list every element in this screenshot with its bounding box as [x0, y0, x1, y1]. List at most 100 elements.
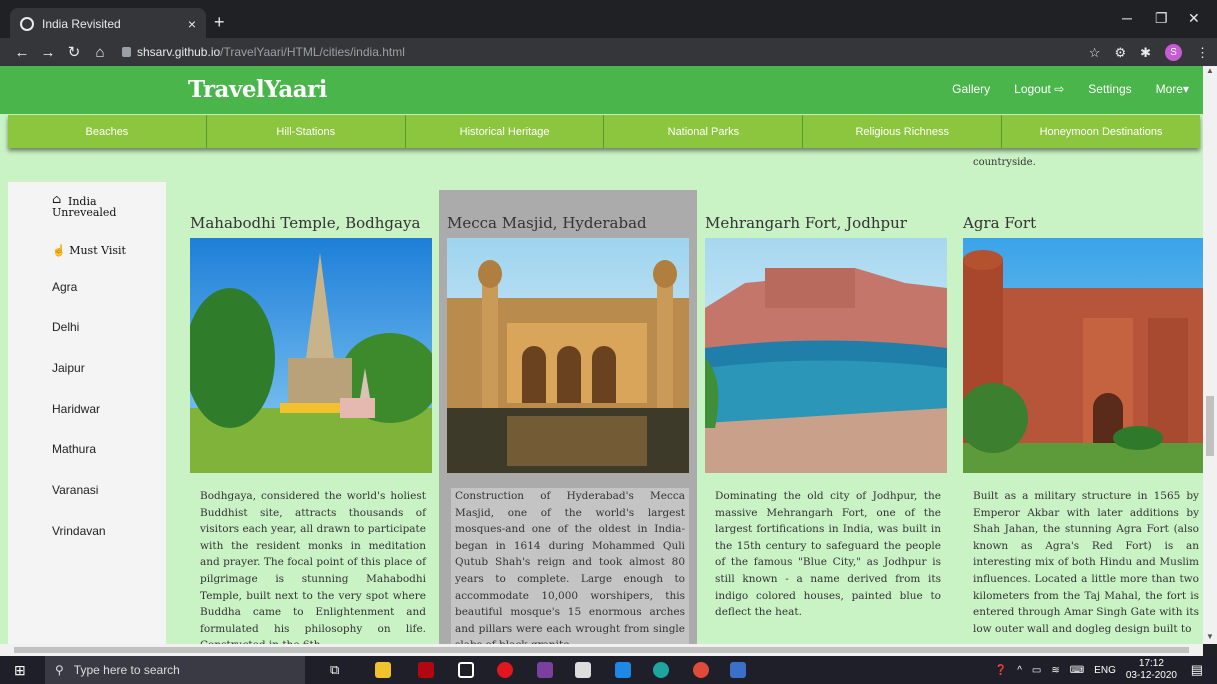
sidebar-item-mathura[interactable]: Mathura	[52, 442, 96, 456]
sidebar-must-visit[interactable]: ☝ Must Visit	[52, 244, 126, 257]
search-placeholder: Type here to search	[73, 663, 180, 677]
vertical-scrollbar[interactable]: ▲ ▼	[1203, 66, 1217, 644]
horizontal-scroll-thumb[interactable]	[14, 647, 1189, 653]
mail-icon[interactable]	[615, 662, 631, 678]
nav-more[interactable]: More▾	[1156, 82, 1189, 96]
clock-time: 17:12	[1138, 658, 1164, 669]
windows-taskbar: ⊞ ⚲ Type here to search ⧉ ❓ ^ ▭ ≋ ⌨ ENG …	[0, 656, 1217, 684]
nav-logout-label: Logout	[1014, 82, 1051, 96]
category-beaches[interactable]: Beaches	[8, 115, 207, 148]
url-path: /TravelYaari/HTML/cities/india.html	[220, 45, 405, 59]
thumbs-up-icon: ☝	[52, 244, 66, 257]
keyboard-icon[interactable]: ⌨	[1070, 665, 1084, 676]
file-explorer-icon[interactable]	[375, 662, 391, 678]
card-description: Bodhgaya, considered the world's holiest…	[200, 490, 426, 644]
scroll-thumb[interactable]	[1206, 396, 1214, 456]
sidebar-item-vrindavan[interactable]: Vrindavan	[52, 524, 106, 538]
destination-card: Mecca Masjid, Hyderabad Construction of …	[439, 190, 697, 644]
home-icon[interactable]: ⌂	[88, 44, 112, 61]
chrome-icon[interactable]	[693, 662, 709, 678]
nav-more-label: More	[1155, 82, 1183, 96]
card-title: Mahabodhi Temple, Bodhgaya	[190, 214, 421, 232]
temple-photo	[190, 238, 432, 473]
wifi-icon[interactable]: ≋	[1051, 665, 1059, 676]
reload-icon[interactable]: ↻	[62, 43, 86, 61]
category-national-parks[interactable]: National Parks	[604, 115, 804, 148]
card-description: Dominating the old city of Jodhpur, the …	[715, 490, 941, 619]
taskbar-search[interactable]: ⚲ Type here to search	[45, 656, 305, 684]
nav-settings[interactable]: Settings	[1088, 82, 1131, 96]
help-icon[interactable]: ❓	[995, 665, 1007, 676]
sidebar-item-agra[interactable]: Agra	[52, 280, 77, 294]
sidebar-item-delhi[interactable]: Delhi	[52, 320, 79, 334]
sidebar: ⌂ India Unrevealed ☝ Must Visit Agra Del…	[8, 182, 166, 644]
extension-icon[interactable]: ⚙	[1114, 45, 1126, 61]
category-historical-heritage[interactable]: Historical Heritage	[406, 115, 605, 148]
nav-logout[interactable]: Logout ⇨	[1014, 82, 1064, 96]
back-icon[interactable]: ←	[10, 44, 34, 61]
system-tray: ❓ ^ ▭ ≋ ⌨ ENG 17:12 03-12-2020	[995, 656, 1177, 684]
scroll-up-icon[interactable]: ▲	[1206, 66, 1214, 75]
dropbox-icon[interactable]	[458, 662, 474, 678]
logout-icon: ⇨	[1054, 82, 1065, 96]
must-visit-label: Must Visit	[69, 244, 126, 257]
home-icon: ⌂	[52, 192, 62, 206]
card-title: Mecca Masjid, Hyderabad	[447, 214, 647, 232]
top-nav: Gallery Logout ⇨ Settings More▾	[952, 82, 1189, 96]
url-field[interactable]: shsarv.github.io/TravelYaari/HTML/cities…	[122, 45, 405, 59]
forward-icon[interactable]: →	[36, 44, 60, 61]
new-tab-button[interactable]: +	[214, 12, 225, 33]
opera-icon[interactable]	[497, 662, 513, 678]
category-hill-stations[interactable]: Hill-Stations	[207, 115, 406, 148]
site-logo[interactable]: TravelYaari	[188, 76, 328, 103]
globe-icon	[20, 17, 34, 31]
profile-avatar[interactable]: S	[1165, 44, 1182, 61]
destination-card: Mahabodhi Temple, Bodhgaya Bodhgaya, con…	[182, 190, 440, 644]
card-description: Built as a military structure in 1565 by…	[973, 490, 1199, 635]
card-title: Mehrangarh Fort, Jodhpur	[705, 214, 907, 232]
agra-fort-photo	[963, 238, 1203, 473]
nav-gallery[interactable]: Gallery	[952, 82, 990, 96]
battery-icon[interactable]: ▭	[1032, 665, 1041, 676]
calendar-icon[interactable]	[730, 662, 746, 678]
scroll-down-icon[interactable]: ▼	[1206, 632, 1214, 641]
site-header: TravelYaari Gallery Logout ⇨ Settings Mo…	[0, 66, 1203, 114]
close-tab-icon[interactable]: ×	[188, 16, 196, 32]
url-host: shsarv.github.io	[137, 45, 221, 59]
bookmark-star-icon[interactable]: ☆	[1089, 45, 1101, 61]
sidebar-item-varanasi[interactable]: Varanasi	[52, 483, 98, 497]
task-view-icon[interactable]: ⧉	[330, 662, 339, 678]
search-icon: ⚲	[55, 663, 64, 677]
destination-card: Agra Fort Built as a military structure …	[955, 190, 1203, 644]
sidebar-item-haridwar[interactable]: Haridwar	[52, 402, 100, 416]
browser-tabbar: India Revisited × + ─ ❐ ✕	[0, 0, 1217, 40]
card-title: Agra Fort	[963, 214, 1037, 232]
edge-icon[interactable]	[653, 662, 669, 678]
menu-kebab-icon[interactable]: ⋮	[1196, 45, 1209, 61]
notification-icon[interactable]: ▤	[1191, 662, 1203, 678]
caret-down-icon: ▾	[1182, 82, 1189, 96]
netflix-icon[interactable]	[418, 662, 434, 678]
windows-start-icon[interactable]: ⊞	[14, 662, 26, 679]
store-icon[interactable]	[575, 662, 591, 678]
tab-title: India Revisited	[42, 17, 121, 31]
previous-card-text: countryside.	[973, 157, 1036, 168]
category-honeymoon-destinations[interactable]: Honeymoon Destinations	[1002, 115, 1200, 148]
sidebar-heading[interactable]: ⌂ India Unrevealed	[52, 192, 122, 218]
clock[interactable]: 17:12 03-12-2020	[1126, 658, 1177, 682]
minimize-icon[interactable]: ─	[1122, 10, 1132, 26]
onenote-icon[interactable]	[537, 662, 553, 678]
extensions-puzzle-icon[interactable]: ✱	[1140, 45, 1151, 61]
category-bar: Beaches Hill-Stations Historical Heritag…	[8, 115, 1200, 148]
category-religious-richness[interactable]: Religious Richness	[803, 115, 1003, 148]
browser-tab[interactable]: India Revisited ×	[10, 8, 206, 40]
sidebar-item-jaipur[interactable]: Jaipur	[52, 361, 85, 375]
horizontal-scrollbar[interactable]	[0, 644, 1203, 656]
chevron-up-icon[interactable]: ^	[1017, 665, 1022, 676]
restore-icon[interactable]: ❐	[1155, 10, 1168, 27]
close-window-icon[interactable]: ✕	[1188, 10, 1200, 27]
lock-icon	[122, 47, 131, 57]
language-indicator[interactable]: ENG	[1094, 665, 1116, 676]
clock-date: 03-12-2020	[1125, 670, 1177, 681]
sidebar-heading-label: India Unrevealed	[52, 195, 117, 219]
